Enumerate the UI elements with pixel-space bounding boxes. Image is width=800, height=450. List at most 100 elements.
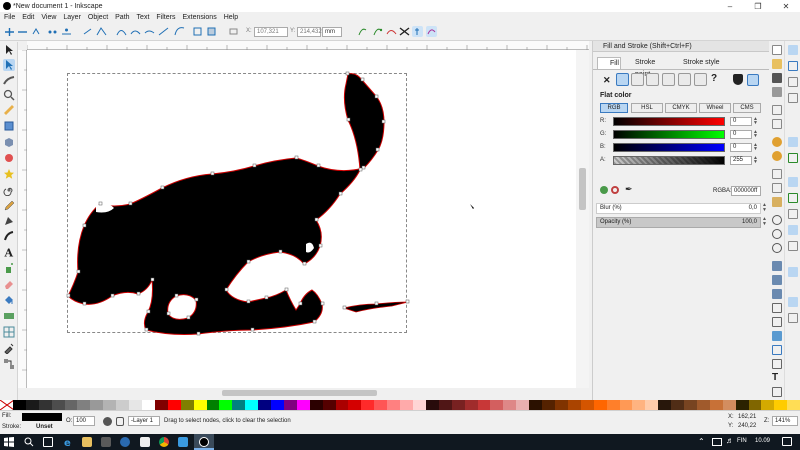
linear-gradient-button[interactable] (631, 73, 644, 86)
mode-cms-button[interactable]: CMS (733, 103, 761, 113)
chrome-icon[interactable] (159, 437, 169, 447)
palette-swatch[interactable] (232, 400, 246, 410)
import-icon[interactable] (772, 105, 782, 115)
palette-swatch[interactable] (180, 400, 194, 410)
fill-rule-nonzero-icon[interactable] (747, 74, 759, 86)
palette-swatch[interactable] (296, 400, 310, 410)
palette-swatch[interactable] (283, 400, 297, 410)
palette-swatch[interactable] (671, 400, 685, 410)
swatch-button[interactable] (694, 73, 707, 86)
unset-paint-icon[interactable]: ? (711, 73, 717, 84)
zoom-input[interactable]: 141% (772, 416, 798, 426)
palette-swatch[interactable] (374, 400, 388, 410)
mode-wheel-button[interactable]: Wheel (699, 103, 731, 113)
mode-rgb-button[interactable]: RGB (600, 103, 628, 113)
palette-swatch[interactable] (258, 400, 272, 410)
palette-swatch[interactable] (219, 400, 233, 410)
snap-bbox-edge-icon[interactable] (788, 77, 798, 87)
palette-swatch[interactable] (12, 400, 26, 410)
store-icon[interactable] (101, 437, 111, 447)
palette-swatch[interactable] (129, 400, 142, 410)
palette-swatch[interactable] (787, 400, 800, 410)
red-spin-arrows[interactable]: ▲ ▼ (753, 117, 759, 126)
text-font-icon[interactable]: T (772, 373, 782, 383)
tab-stroke-style[interactable]: Stroke style (671, 57, 721, 69)
undo-icon[interactable] (772, 137, 782, 147)
duplicate-icon[interactable] (772, 261, 782, 271)
fill-indicator[interactable] (22, 413, 62, 421)
palette-swatch[interactable] (116, 400, 130, 410)
mode-hsl-button[interactable]: HSL (631, 103, 663, 113)
zoom-selection-icon[interactable] (772, 215, 782, 225)
print-icon[interactable] (772, 87, 782, 97)
palette-swatch[interactable] (90, 400, 104, 410)
ungroup-icon[interactable] (772, 317, 782, 327)
snap-cusp-icon[interactable] (788, 177, 798, 187)
layer-visibility-icon[interactable] (103, 417, 112, 426)
color-picker-icon[interactable]: ✒ (625, 184, 633, 195)
mode-cmyk-button[interactable]: CMYK (665, 103, 697, 113)
snap-toggle-icon[interactable] (788, 45, 798, 55)
palette-swatch[interactable] (38, 400, 52, 410)
export-icon[interactable] (772, 119, 782, 129)
palette-swatch[interactable] (632, 400, 646, 410)
blue-value-input[interactable]: 0 (730, 143, 752, 152)
green-value-input[interactable]: 0 (730, 130, 752, 139)
palette-swatch[interactable] (271, 400, 284, 410)
palette-swatch[interactable] (245, 400, 259, 410)
out-of-gamut-icon[interactable] (611, 186, 619, 194)
palette-swatch[interactable] (606, 400, 620, 410)
align-distribute-icon[interactable] (772, 331, 782, 341)
palette-none-swatch[interactable] (0, 400, 13, 410)
file-explorer-icon[interactable] (82, 437, 92, 447)
palette-swatch[interactable] (167, 400, 181, 410)
volume-icon[interactable]: ♬ (726, 436, 734, 445)
radial-gradient-button[interactable] (646, 73, 659, 86)
transform-icon[interactable] (772, 345, 782, 355)
tray-chevron-icon[interactable]: ⌃ (698, 437, 705, 446)
palette-swatch[interactable] (593, 400, 607, 410)
stroke-indicator[interactable]: Unset (36, 424, 53, 430)
palette-swatch[interactable] (413, 400, 426, 410)
alpha-slider[interactable] (613, 156, 725, 165)
palette-swatch[interactable] (735, 400, 749, 410)
opacity-slider[interactable]: Opacity (%) 100,0 (596, 217, 761, 228)
snap-bbox-icon[interactable] (788, 61, 798, 71)
palette-swatch[interactable] (322, 400, 336, 410)
palette-swatch[interactable] (348, 400, 362, 410)
language-indicator[interactable]: FIN (737, 438, 747, 444)
palette-swatch[interactable] (658, 400, 672, 410)
palette-swatch[interactable] (425, 400, 439, 410)
unlink-clone-icon[interactable] (772, 289, 782, 299)
palette-swatch[interactable] (503, 400, 517, 410)
palette-swatch[interactable] (645, 400, 659, 410)
palette-swatch[interactable] (709, 400, 723, 410)
palette-swatch[interactable] (438, 400, 452, 410)
vertical-scroll-thumb[interactable] (579, 168, 586, 210)
mesh-gradient-button[interactable] (662, 73, 675, 86)
palette-swatch[interactable] (580, 400, 594, 410)
app-icon[interactable] (140, 437, 150, 447)
palette-swatch[interactable] (619, 400, 633, 410)
layers-icon[interactable] (772, 359, 782, 369)
palette-swatch[interactable] (567, 400, 581, 410)
snap-page-icon[interactable] (788, 267, 798, 277)
save-icon[interactable] (772, 73, 782, 83)
palette-swatch[interactable] (774, 400, 788, 410)
blue-slider[interactable] (613, 143, 725, 152)
palette-swatch[interactable] (490, 400, 504, 410)
snap-midpoint-icon[interactable] (788, 209, 798, 219)
app-icon[interactable] (178, 437, 188, 447)
start-icon[interactable] (4, 437, 14, 447)
palette-swatch[interactable] (516, 400, 530, 410)
snap-center-icon[interactable] (788, 225, 798, 235)
tab-stroke-paint[interactable]: Stroke paint (623, 57, 669, 78)
green-spin-arrows[interactable]: ▲ ▼ (753, 130, 759, 139)
palette-swatch[interactable] (696, 400, 710, 410)
clone-icon[interactable] (772, 275, 782, 285)
palette-swatch[interactable] (193, 400, 207, 410)
zoom-page-icon[interactable] (772, 243, 782, 253)
zoom-drawing-icon[interactable] (772, 229, 782, 239)
color-palette[interactable] (0, 400, 800, 410)
palette-swatch[interactable] (25, 400, 39, 410)
